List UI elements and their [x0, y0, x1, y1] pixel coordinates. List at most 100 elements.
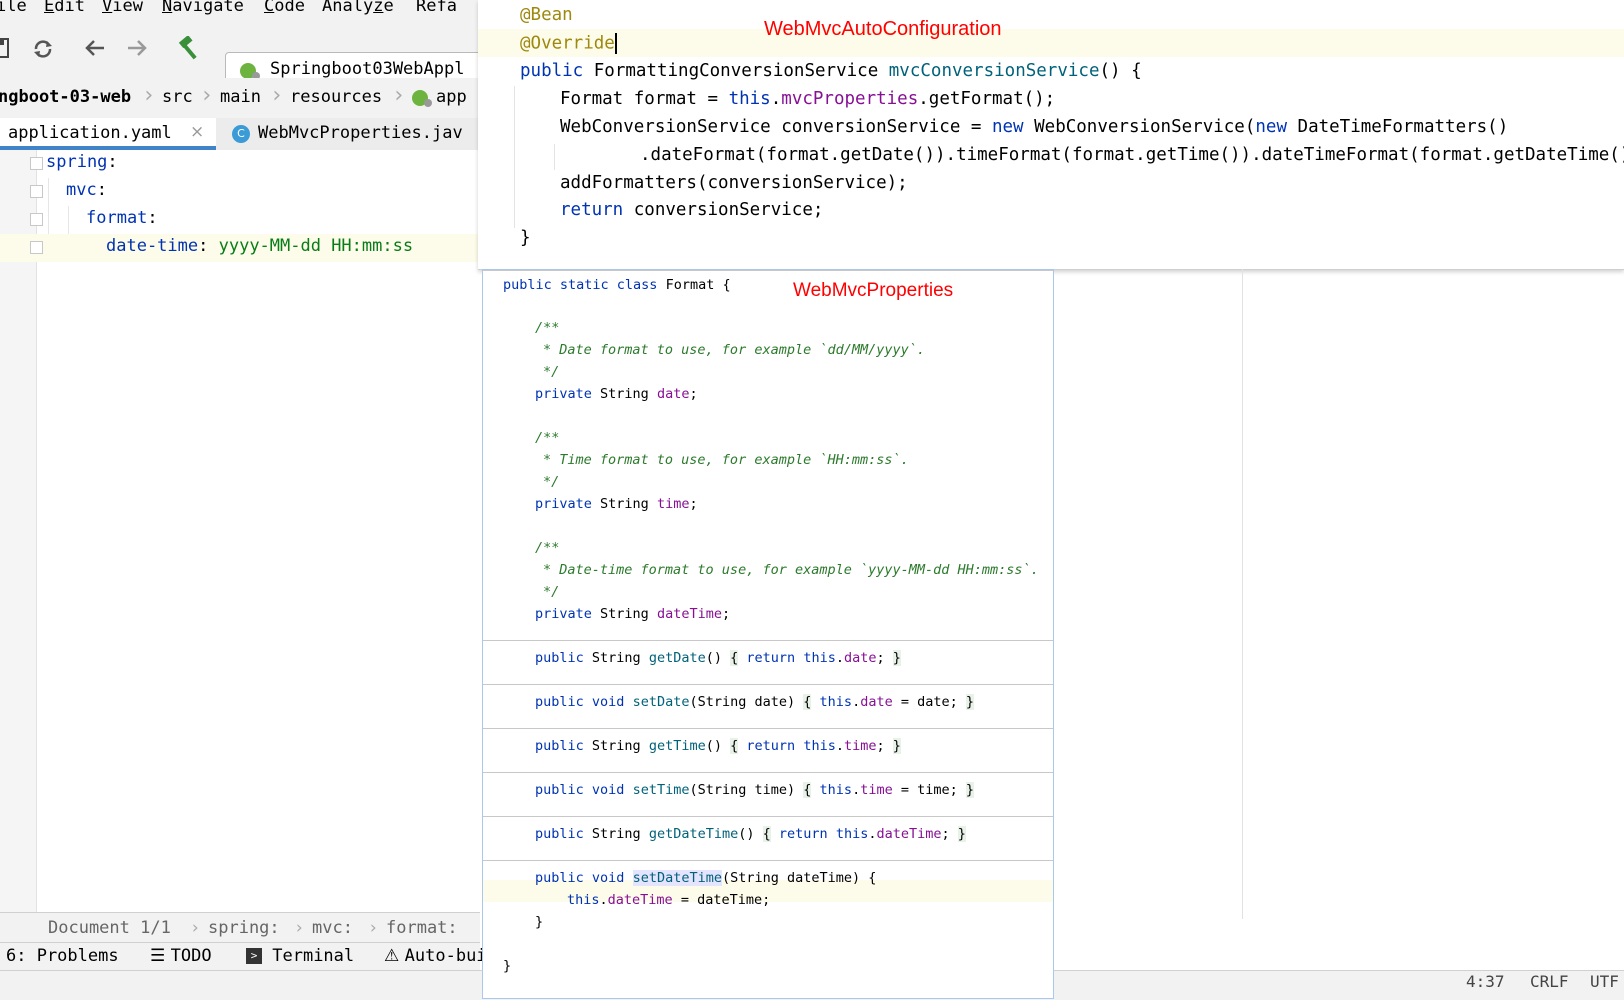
- yaml-editor[interactable]: spring: mvc: format: date-time: yyyy-MM-…: [0, 150, 480, 912]
- code-line: public FormattingConversionService mvcCo…: [520, 61, 1142, 81]
- fold-icon[interactable]: [30, 241, 43, 254]
- menu-file[interactable]: ile: [0, 0, 27, 16]
- divider: [483, 640, 1053, 641]
- indent-guide: [554, 144, 555, 170]
- text-caret: [614, 33, 617, 54]
- divider: [483, 728, 1053, 729]
- structure-breadcrumb: Document 1/1 › spring: › mvc: › format:: [0, 912, 480, 943]
- fold-icon[interactable]: [30, 157, 43, 170]
- back-arrow-icon[interactable]: [84, 38, 106, 63]
- breadcrumb-separator: ›: [294, 918, 305, 938]
- build-hammer-icon[interactable]: [176, 35, 202, 65]
- tab-application-yaml[interactable]: application.yaml ×: [0, 118, 216, 150]
- auto-build-tool-button[interactable]: ⚠ Auto-bui: [384, 946, 487, 966]
- todo-tool-button[interactable]: ☰ TODO: [150, 946, 212, 966]
- close-icon[interactable]: ×: [190, 122, 204, 142]
- yaml-line: mvc:: [0, 178, 480, 206]
- code-comment: * Date format to use, for example `dd/MM…: [543, 342, 926, 358]
- annotation-label-properties: WebMvcProperties: [793, 280, 954, 301]
- indent-guide: [514, 86, 515, 228]
- tab-webmvcproperties[interactable]: C WebMvcProperties.jav: [222, 118, 482, 150]
- editor-gutter: [0, 150, 37, 912]
- divider: [483, 772, 1053, 773]
- tab-label: WebMvcProperties.jav: [258, 123, 463, 143]
- code-line: public void setDate(String date) { this.…: [535, 694, 975, 710]
- menu-bar: ile Edit View Navigate Code Analyze Refa: [0, 0, 480, 20]
- code-line: public void setTime(String time) { this.…: [535, 782, 975, 798]
- yaml-line-current: date-time: yyyy-MM-dd HH:mm:ss: [0, 234, 480, 262]
- breadcrumb-separator: ›: [190, 918, 201, 938]
- yaml-line: format:: [0, 206, 480, 234]
- code-line: public String getDateTime() { return thi…: [535, 826, 966, 842]
- terminal-icon: >: [246, 948, 262, 964]
- fold-icon[interactable]: [30, 213, 43, 226]
- menu-code[interactable]: Code: [264, 0, 305, 16]
- annotation-label-autoconfig: WebMvcAutoConfiguration: [764, 18, 1002, 40]
- breadcrumb-project[interactable]: ngboot-03-web: [0, 87, 131, 107]
- code-line: public String getDate() { return this.da…: [535, 650, 901, 666]
- divider: [483, 860, 1053, 861]
- code-line: private String time;: [535, 496, 698, 512]
- divider: [483, 816, 1053, 817]
- save-icon[interactable]: [0, 38, 10, 63]
- code-line: .dateFormat(format.getDate()).timeFormat…: [640, 145, 1624, 165]
- menu-edit[interactable]: Edit: [44, 0, 85, 16]
- document-indicator: Document 1/1: [48, 918, 171, 938]
- menu-view[interactable]: View: [102, 0, 143, 16]
- terminal-tool-button[interactable]: > Terminal: [246, 946, 354, 966]
- problems-tool-button[interactable]: 6: Problems: [6, 946, 119, 966]
- editor-tabs: application.yaml × C WebMvcProperties.ja…: [0, 118, 482, 151]
- warning-icon: ⚠: [384, 946, 405, 966]
- code-comment: /**: [535, 430, 560, 446]
- list-icon: ☰: [150, 946, 171, 966]
- breadcrumb-separator: ›: [200, 83, 214, 108]
- divider: [483, 684, 1053, 685]
- code-line: public String getTime() { return this.ti…: [535, 738, 901, 754]
- code-line: WebConversionService conversionService =…: [560, 117, 1509, 137]
- menu-navigate[interactable]: Navigate: [162, 0, 244, 16]
- code-line: private String dateTime;: [535, 606, 731, 622]
- fold-icon[interactable]: [30, 185, 43, 198]
- breadcrumb-resources[interactable]: resources: [290, 87, 382, 107]
- editor-divider: [1242, 269, 1243, 919]
- code-comment: */: [543, 474, 560, 490]
- breadcrumb-main[interactable]: main: [220, 87, 261, 107]
- menu-refactor[interactable]: Refa: [416, 0, 457, 16]
- code-line: public static class Format {: [503, 277, 731, 293]
- code-line: this.dateTime = dateTime;: [567, 892, 771, 908]
- tool-window-bar: 6: Problems ☰ TODO > Terminal ⚠ Auto-bui: [0, 942, 487, 971]
- forward-arrow-icon[interactable]: [126, 38, 148, 63]
- structure-item-format[interactable]: format:: [386, 918, 458, 938]
- structure-item-mvc[interactable]: mvc:: [312, 918, 353, 938]
- divider: [483, 270, 1053, 271]
- structure-item-spring[interactable]: spring:: [208, 918, 280, 938]
- code-comment: /**: [535, 540, 560, 556]
- webmvcproperties-snippet: WebMvcProperties public static class For…: [482, 269, 1054, 999]
- sync-icon[interactable]: [32, 38, 54, 65]
- toolbar: Springboot03WebAppl: [0, 20, 487, 86]
- class-icon: C: [232, 125, 250, 143]
- breadcrumb-separator: ›: [368, 918, 379, 938]
- tab-label: application.yaml: [8, 123, 172, 143]
- yaml-line: spring:: [0, 150, 480, 178]
- breadcrumb-separator: ›: [142, 83, 156, 108]
- code-line: addFormatters(conversionService);: [560, 173, 908, 193]
- file-encoding[interactable]: UTF: [1590, 972, 1619, 991]
- menu-analyze[interactable]: Analyze: [322, 0, 394, 16]
- code-line: public void setDateTime(String dateTime)…: [535, 870, 877, 886]
- breadcrumb-app[interactable]: app: [436, 87, 467, 107]
- code-line: return conversionService;: [560, 200, 824, 220]
- caret-position[interactable]: 4:37: [1466, 972, 1505, 991]
- breadcrumb-separator: ›: [270, 83, 284, 108]
- code-comment: * Date-time format to use, for example `…: [543, 562, 1039, 578]
- code-comment: */: [543, 584, 560, 600]
- run-configuration-label: Springboot03WebAppl: [270, 59, 465, 79]
- line-separator[interactable]: CRLF: [1530, 972, 1569, 991]
- webmvcautoconfiguration-snippet: WebMvcAutoConfiguration @Bean @Override …: [478, 0, 1624, 270]
- code-line: }: [520, 228, 531, 248]
- breadcrumb-src[interactable]: src: [162, 87, 193, 107]
- code-comment: * Time format to use, for example `HH:mm…: [543, 452, 909, 468]
- code-line: Format format = this.mvcProperties.getFo…: [560, 89, 1056, 109]
- code-line: }: [503, 958, 512, 974]
- breadcrumb-separator: ›: [392, 83, 406, 108]
